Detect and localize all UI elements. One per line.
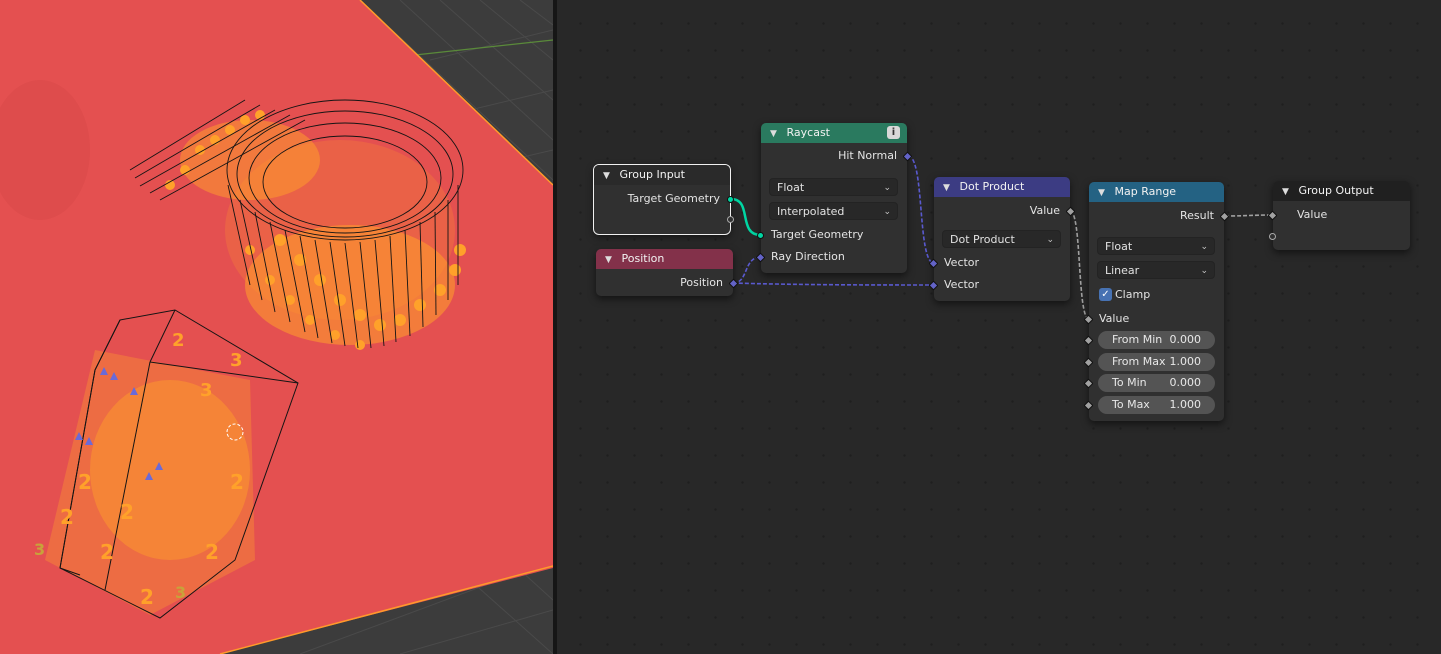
float-socket-icon[interactable] <box>1083 357 1094 368</box>
field-label: To Max <box>1112 398 1150 411</box>
dropdown-value: Float <box>1105 240 1133 253</box>
node-header[interactable]: ▼ Dot Product <box>934 177 1070 197</box>
viewport-label: 2 <box>172 330 185 351</box>
viewport-label: 3 <box>200 380 213 401</box>
field-label: From Min <box>1112 333 1163 346</box>
target-geometry-output: Target Geometry <box>627 192 720 205</box>
from-max-field[interactable]: From Max 1.000 <box>1098 353 1215 371</box>
viewport-label: 3 <box>230 350 243 371</box>
y-axis-line <box>414 39 553 56</box>
field-value: 0.000 <box>1169 333 1202 346</box>
node-editor[interactable]: ▼ Group Input Target Geometry ▼ Position… <box>557 0 1441 654</box>
collapse-chevron-icon[interactable]: ▼ <box>603 166 613 186</box>
info-icon[interactable]: i <box>887 126 900 139</box>
geometry-socket-icon[interactable] <box>757 232 764 239</box>
empty-socket-icon[interactable] <box>727 216 734 223</box>
collapse-chevron-icon[interactable]: ▼ <box>943 178 953 198</box>
field-label: From Max <box>1112 355 1166 368</box>
value-output: Value <box>1029 204 1060 217</box>
link-hitnormal-vector <box>907 155 935 264</box>
from-min-field[interactable]: From Min 0.000 <box>1098 331 1215 349</box>
node-title: Group Input <box>619 168 685 181</box>
viewport-label: 2 <box>140 585 154 609</box>
float-socket-icon[interactable] <box>1083 400 1094 411</box>
chevron-down-icon: ⌄ <box>883 183 891 193</box>
field-value: 0.000 <box>1169 376 1202 389</box>
field-value: 1.000 <box>1169 398 1202 411</box>
viewport-label: 2 <box>78 470 92 494</box>
chevron-down-icon: ⌄ <box>1200 266 1208 276</box>
field-value: 1.000 <box>1169 355 1202 368</box>
operation-dropdown[interactable]: Dot Product ⌄ <box>942 230 1061 248</box>
viewport-scene <box>0 0 553 654</box>
geometry-socket-icon[interactable] <box>727 196 734 203</box>
vector-input-2: Vector <box>944 278 980 291</box>
viewport-label: 2 <box>100 540 114 564</box>
node-header[interactable]: ▼ Map Range <box>1089 182 1224 202</box>
link-position-raydir <box>732 256 762 284</box>
node-links <box>730 155 1274 320</box>
collapse-chevron-icon[interactable]: ▼ <box>1282 182 1292 202</box>
to-max-field[interactable]: To Max 1.000 <box>1098 396 1215 414</box>
dropdown-value: Dot Product <box>950 233 1015 246</box>
to-min-field[interactable]: To Min 0.000 <box>1098 374 1215 392</box>
node-header[interactable]: ▼ Position <box>596 249 733 269</box>
dropdown-value: Float <box>777 181 805 194</box>
dropdown-value: Linear <box>1105 264 1140 277</box>
dot-product-node[interactable]: ▼ Dot Product Value Dot Product ⌄ Vector… <box>928 177 1076 301</box>
node-header[interactable]: ▼ Group Output <box>1273 181 1410 201</box>
mapping-dropdown[interactable]: Interpolated ⌄ <box>769 202 898 220</box>
map-range-node[interactable]: ▼ Map Range Result Float ⌄ Linear ⌄ ✓ Cl… <box>1083 182 1230 421</box>
node-header[interactable]: ▼ Group Input <box>594 165 730 185</box>
dropdown-value: Interpolated <box>777 205 845 218</box>
collapse-chevron-icon[interactable]: ▼ <box>770 124 780 144</box>
link-dot-value <box>1069 210 1090 320</box>
result-output: Result <box>1180 209 1214 222</box>
node-title: Dot Product <box>959 180 1025 193</box>
value-input: Value <box>1297 208 1328 221</box>
node-title: Group Output <box>1298 184 1374 197</box>
collapse-chevron-icon[interactable]: ▼ <box>605 250 615 270</box>
viewport-label: 3 <box>34 540 46 559</box>
link-geometry <box>730 197 762 237</box>
value-input: Value <box>1099 312 1130 325</box>
float-socket-icon[interactable] <box>1267 210 1278 221</box>
vector-input-1: Vector <box>944 256 980 269</box>
position-output: Position <box>680 276 723 289</box>
data-type-dropdown[interactable]: Float ⌄ <box>769 178 898 196</box>
viewport-label: 2 <box>120 500 134 524</box>
link-position-vector <box>732 282 935 286</box>
chevron-down-icon: ⌄ <box>883 207 891 217</box>
hit-normal-output: Hit Normal <box>838 149 897 162</box>
group-input-node[interactable]: ▼ Group Input Target Geometry <box>593 164 734 235</box>
viewport-label: 2 <box>60 505 74 529</box>
position-node[interactable]: ▼ Position Position <box>596 249 739 296</box>
viewport-label: 2 <box>230 470 244 494</box>
float-socket-icon[interactable] <box>1083 378 1094 389</box>
chevron-down-icon: ⌄ <box>1046 235 1054 245</box>
empty-socket-icon[interactable] <box>1269 233 1276 240</box>
target-geometry-input: Target Geometry <box>771 228 864 241</box>
data-type-dropdown[interactable]: Float ⌄ <box>1097 237 1215 255</box>
node-header[interactable]: ▼ Raycast i <box>761 123 907 143</box>
3d-viewport[interactable]: 2 3 2 2 3 2 3 2 2 2 3 2 <box>0 0 553 654</box>
chevron-down-icon: ⌄ <box>1200 242 1208 252</box>
node-title: Raycast <box>786 126 830 139</box>
clamp-checkbox[interactable]: ✓ <box>1099 288 1112 301</box>
viewport-label: 3 <box>175 583 187 602</box>
float-socket-icon[interactable] <box>1083 335 1094 346</box>
raycast-node[interactable]: ▼ Raycast i Hit Normal Float ⌄ Interpola… <box>755 123 913 273</box>
interpolation-dropdown[interactable]: Linear ⌄ <box>1097 261 1215 279</box>
link-result-value <box>1224 214 1274 217</box>
group-output-node[interactable]: ▼ Group Output Value <box>1267 181 1410 250</box>
field-label: To Min <box>1112 376 1147 389</box>
clamp-label: Clamp <box>1115 288 1151 301</box>
node-title: Position <box>621 252 665 265</box>
node-title: Map Range <box>1114 185 1177 198</box>
viewport-label: 2 <box>205 540 219 564</box>
collapse-chevron-icon[interactable]: ▼ <box>1098 183 1108 203</box>
ray-direction-input: Ray Direction <box>771 250 845 263</box>
